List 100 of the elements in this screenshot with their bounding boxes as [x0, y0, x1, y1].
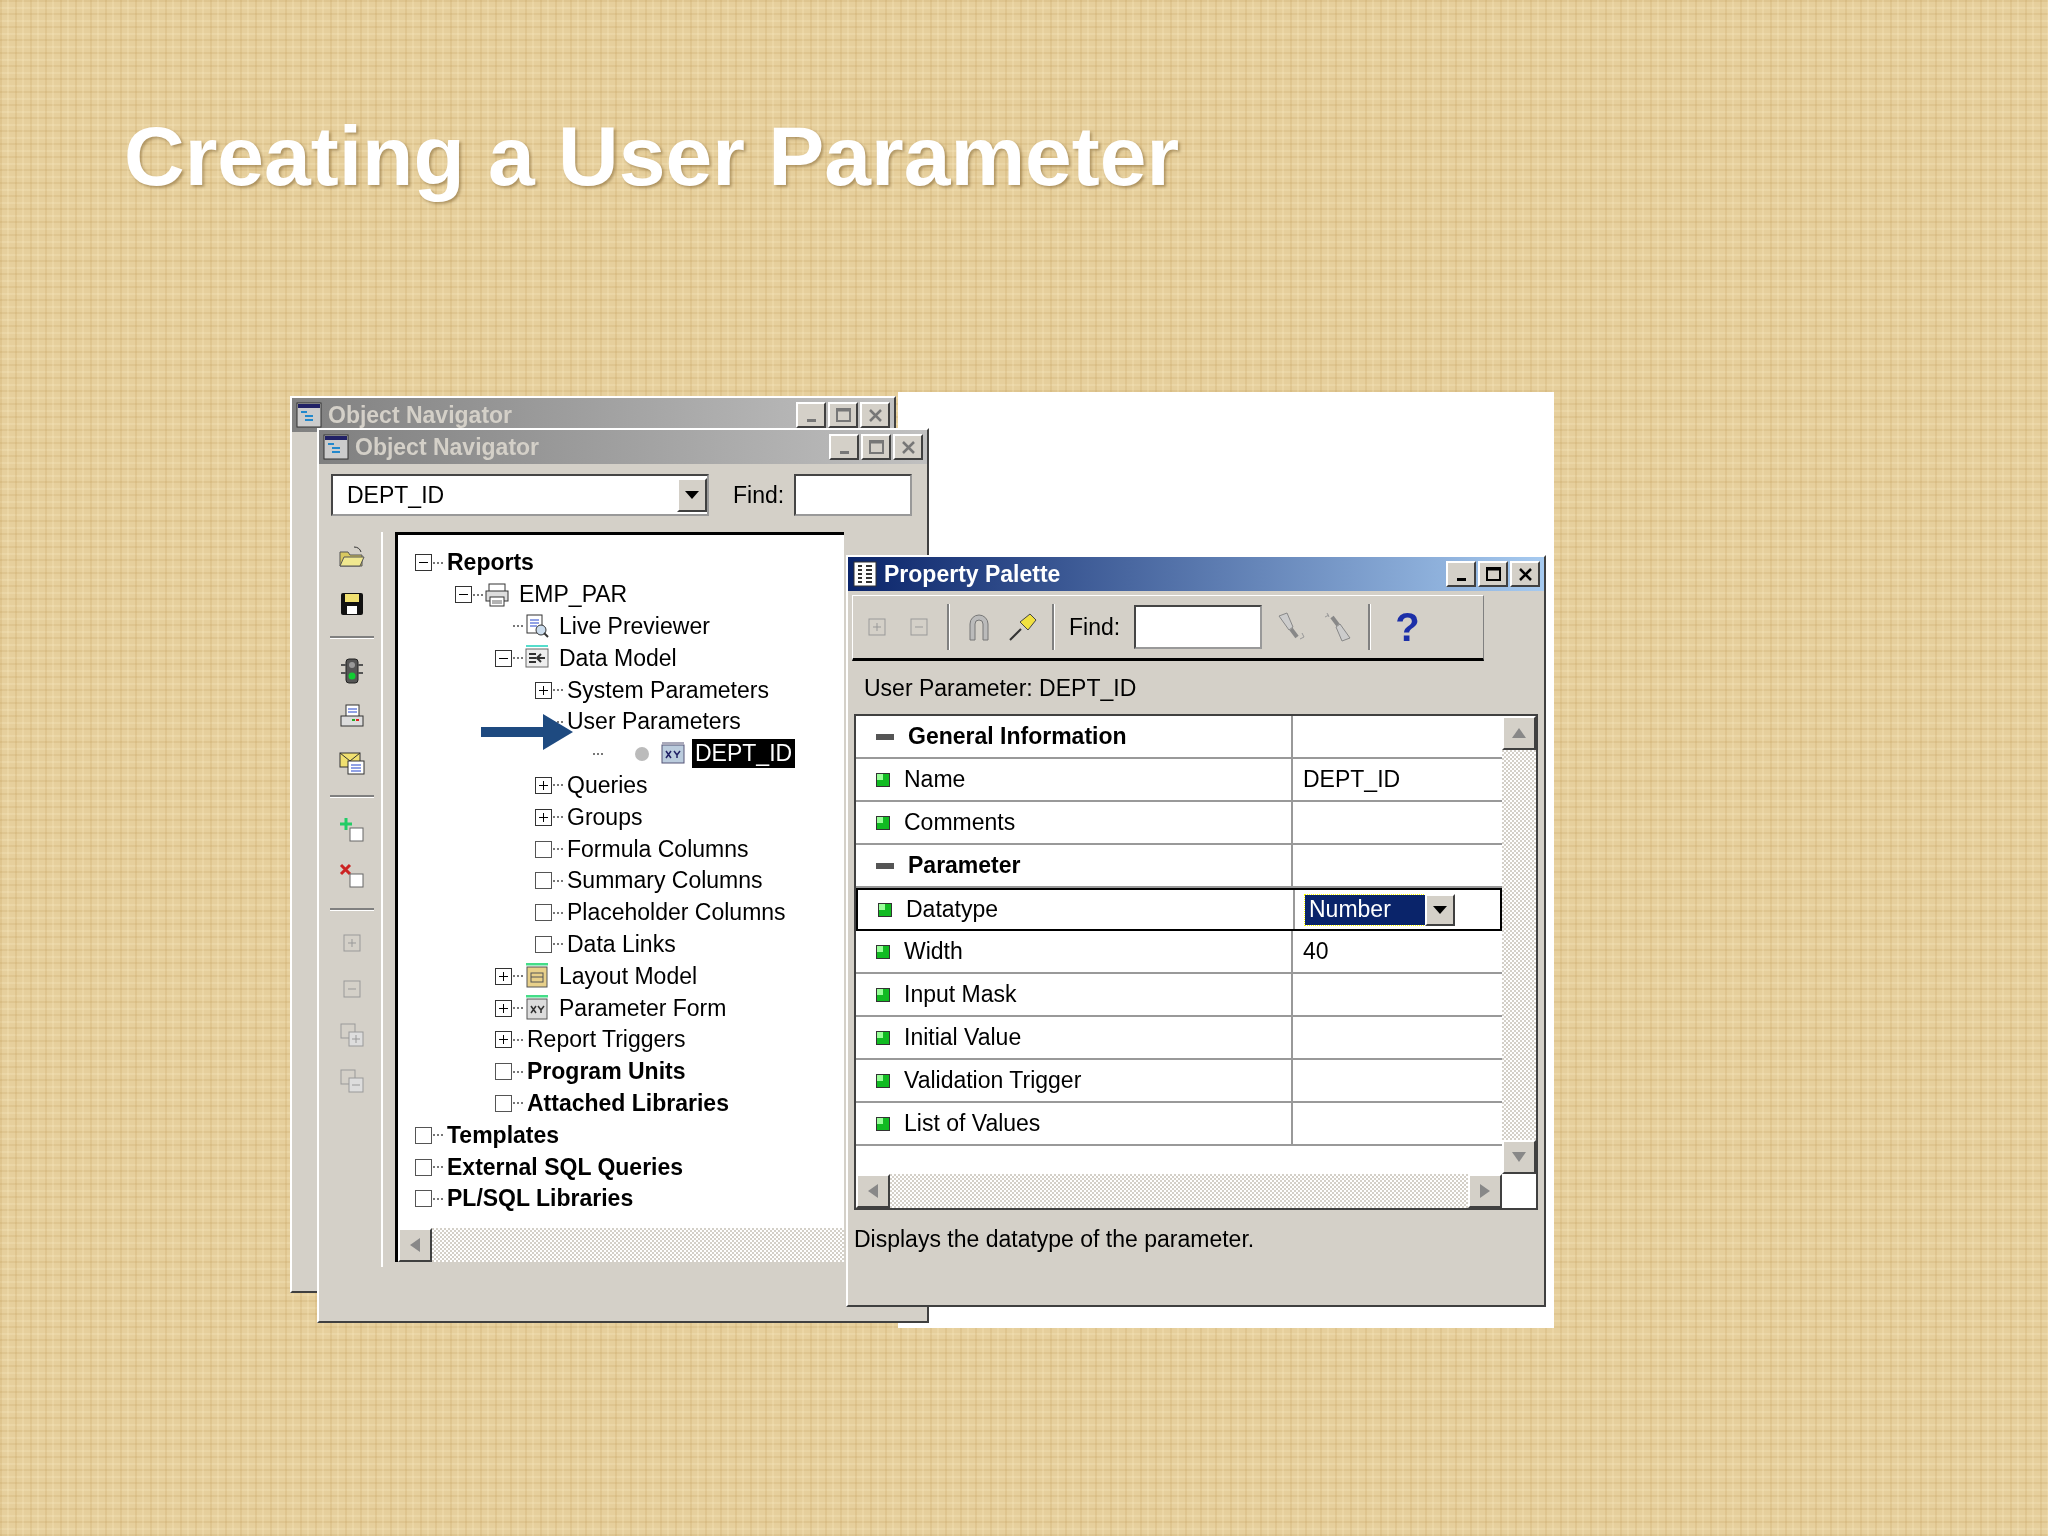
dropdown-button[interactable] [1425, 893, 1455, 926]
traffic-light-icon[interactable] [338, 657, 366, 685]
pin-icon[interactable] [1008, 612, 1038, 642]
right-arrow-icon [1480, 1184, 1490, 1198]
window-icon [323, 434, 349, 460]
property-name[interactable]: Input Mask [904, 981, 1017, 1008]
property-row[interactable]: Width 40 [856, 931, 1502, 974]
empty-toggle[interactable] [535, 872, 552, 890]
property-row[interactable]: Initial Value [856, 1017, 1502, 1060]
tree-item[interactable]: Data Model [556, 643, 680, 673]
property-name[interactable]: Width [904, 938, 963, 965]
tree-item[interactable]: Report Triggers [524, 1025, 689, 1055]
window-icon [852, 561, 878, 587]
expand-toggle[interactable] [495, 1031, 512, 1049]
left-arrow-icon [410, 1238, 420, 1252]
property-name[interactable]: Comments [904, 809, 1016, 836]
minimize-icon [806, 419, 816, 422]
empty-toggle[interactable] [535, 904, 552, 922]
tree-item[interactable]: Attached Libraries [524, 1088, 732, 1118]
tree-item[interactable]: Live Previewer [556, 612, 713, 641]
tree-item[interactable]: External SQL Queries [444, 1152, 687, 1182]
close-icon [1518, 567, 1532, 581]
find-field[interactable] [1134, 605, 1263, 649]
empty-toggle[interactable] [495, 1094, 512, 1112]
expand-toggle[interactable] [495, 999, 512, 1017]
slide-title: Creating a User Parameter [124, 108, 1180, 205]
collapse-toggle[interactable] [495, 649, 512, 667]
section-row[interactable]: General Information [856, 716, 1502, 759]
maximize-icon [868, 440, 884, 454]
scroll-right-button[interactable] [1468, 1174, 1502, 1208]
property-row[interactable]: Input Mask [856, 974, 1502, 1017]
tree-item[interactable]: System Parameters [564, 675, 772, 705]
location-dropdown[interactable]: DEPT_ID [331, 474, 709, 516]
empty-toggle[interactable] [415, 1190, 432, 1208]
report-icon [484, 581, 510, 608]
tree-item[interactable]: Formula Columns [564, 834, 752, 864]
close-button[interactable] [1510, 561, 1540, 587]
property-name[interactable]: Initial Value [904, 1024, 1022, 1051]
help-button[interactable]: ? [1385, 604, 1430, 650]
empty-toggle[interactable] [535, 935, 552, 953]
empty-toggle[interactable] [415, 1158, 432, 1176]
status-text: Displays the datatype of the parameter. [853, 1225, 1256, 1254]
tree-item[interactable]: DEPT_ID [692, 739, 796, 769]
horizontal-scrollbar[interactable] [856, 1174, 1502, 1208]
property-name[interactable]: List of Values [904, 1110, 1041, 1137]
horizontal-scrollbar[interactable] [398, 1228, 844, 1262]
scroll-down-button[interactable] [1502, 1140, 1536, 1174]
property-row[interactable]: List of Values [856, 1103, 1502, 1146]
create-icon[interactable] [338, 816, 366, 844]
expand-toggle[interactable] [535, 808, 552, 826]
collapse-toggle[interactable] [455, 586, 472, 604]
property-name[interactable]: Validation Trigger [904, 1067, 1082, 1094]
find-field[interactable] [794, 474, 913, 516]
layout-icon [524, 963, 550, 990]
tree-item[interactable]: Groups [564, 802, 646, 832]
empty-toggle[interactable] [535, 840, 552, 858]
tree-item[interactable]: Queries [564, 770, 651, 800]
expand-toggle[interactable] [535, 776, 552, 794]
maximize-button[interactable] [1478, 561, 1508, 587]
property-bullet-icon [876, 772, 890, 787]
tree-item[interactable]: User Parameters [564, 707, 744, 737]
scroll-up-button[interactable] [1502, 716, 1536, 750]
down-arrow-icon [1512, 1152, 1526, 1162]
scroll-left-button[interactable] [398, 1228, 432, 1262]
property-bullet-icon [878, 902, 892, 917]
mail-icon[interactable] [338, 749, 366, 777]
caret-icon [1433, 905, 1447, 914]
tree-item[interactable]: Reports [444, 548, 537, 578]
property-row[interactable]: Validation Trigger [856, 1060, 1502, 1103]
tree-item[interactable]: Parameter Form [556, 993, 730, 1023]
dropdown-button[interactable] [677, 478, 707, 512]
collapse-toggle[interactable] [415, 554, 432, 572]
section-header[interactable]: Parameter [908, 852, 1021, 879]
document-magnifier-icon [524, 613, 550, 640]
expand-toggle[interactable] [535, 681, 552, 699]
empty-toggle[interactable] [415, 1126, 432, 1144]
section-header[interactable]: General Information [908, 723, 1127, 750]
save-icon[interactable] [338, 590, 366, 618]
property-value: DEPT_ID [1303, 766, 1401, 793]
delete-icon[interactable] [338, 862, 366, 890]
tree-item[interactable]: PL/SQL Libraries [444, 1184, 637, 1214]
tree-item[interactable]: Data Links [564, 929, 679, 959]
scroll-left-button[interactable] [856, 1174, 890, 1208]
tree-item[interactable]: Templates [444, 1120, 563, 1150]
tree-item[interactable]: EMP_PAR [516, 580, 631, 610]
vertical-scrollbar[interactable] [1502, 716, 1536, 1174]
property-row[interactable]: Datatype Number [856, 888, 1502, 931]
tree-item[interactable]: Layout Model [556, 961, 701, 991]
tree-item[interactable]: Placeholder Columns [564, 898, 789, 928]
empty-toggle[interactable] [495, 1063, 512, 1081]
expand-toggle[interactable] [495, 967, 512, 985]
property-name[interactable]: Name [904, 766, 966, 793]
section-row[interactable]: Parameter [856, 845, 1502, 888]
tree-item[interactable]: Program Units [524, 1057, 689, 1087]
tree-item[interactable]: Summary Columns [564, 866, 766, 896]
property-name[interactable]: Datatype [906, 896, 999, 923]
property-row[interactable]: Comments [856, 802, 1502, 845]
minimize-button[interactable] [1446, 561, 1476, 587]
up-arrow-icon [1512, 728, 1526, 738]
property-row[interactable]: Name DEPT_ID [856, 759, 1502, 802]
